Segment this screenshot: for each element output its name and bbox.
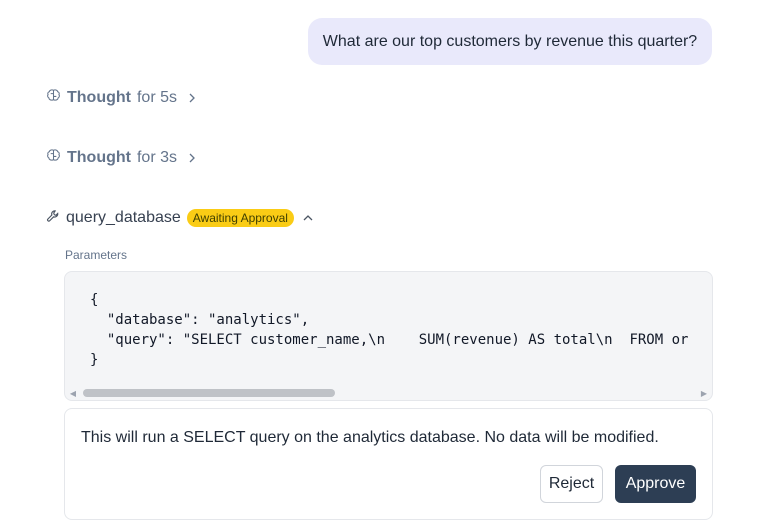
brain-icon — [46, 88, 61, 108]
thought-duration: for 3s — [136, 149, 177, 166]
approve-button[interactable]: Approve — [615, 465, 696, 503]
chevron-up-icon[interactable] — [302, 213, 314, 223]
user-message-text: What are our top customers by revenue th… — [322, 32, 698, 50]
user-message-bubble: What are our top customers by revenue th… — [308, 18, 712, 65]
scroll-left-arrow-icon[interactable]: ◀ — [68, 388, 78, 398]
horizontal-scrollbar[interactable]: ◀ ▶ — [65, 386, 712, 400]
wrench-icon — [46, 209, 60, 228]
code-content: { "database": "analytics", "query": "SEL… — [90, 290, 688, 370]
scroll-right-arrow-icon[interactable]: ▶ — [699, 388, 709, 398]
scrollbar-thumb[interactable] — [83, 389, 335, 397]
status-badge: Awaiting Approval — [186, 209, 294, 227]
thought-toggle-2[interactable]: Thought for 3s — [46, 147, 197, 169]
brain-icon — [46, 148, 61, 168]
approval-panel: This will run a SELECT query on the anal… — [64, 408, 713, 520]
thought-label: Thought — [67, 89, 131, 106]
chevron-right-icon — [187, 152, 197, 164]
thought-duration: for 5s — [136, 89, 177, 106]
parameters-label: Parameters — [65, 248, 128, 262]
code-line: "query": "SELECT customer_name,\n SUM(re… — [90, 332, 689, 348]
reject-button[interactable]: Reject — [540, 465, 603, 503]
thought-label: Thought — [67, 149, 131, 166]
parameters-code-block[interactable]: { "database": "analytics", "query": "SEL… — [64, 271, 713, 401]
code-line: } — [90, 352, 99, 368]
approval-message: This will run a SELECT query on the anal… — [81, 429, 659, 446]
chevron-right-icon — [187, 92, 197, 104]
code-line: "database": "analytics", — [90, 312, 310, 328]
code-line: { — [90, 292, 99, 308]
tool-name: query_database — [66, 209, 181, 226]
thought-toggle-1[interactable]: Thought for 5s — [46, 87, 197, 109]
tool-call-header[interactable]: query_database Awaiting Approval — [46, 207, 314, 229]
